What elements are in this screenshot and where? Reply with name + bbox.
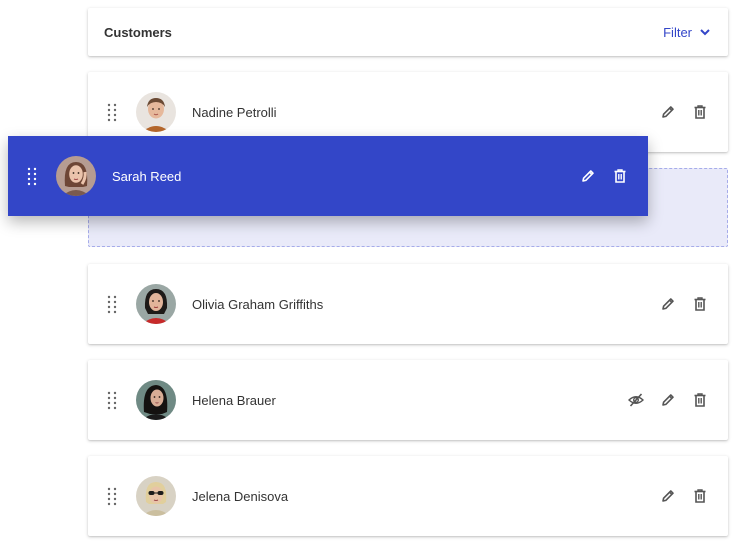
trash-icon [692,296,708,312]
edit-button[interactable] [652,384,684,416]
customer-name: Nadine Petrolli [192,104,277,120]
trash-icon [612,168,628,184]
delete-button[interactable] [604,160,636,192]
filter-button[interactable]: Filter [663,25,712,40]
delete-button[interactable] [684,480,716,512]
trash-icon [692,488,708,504]
chevron-down-icon [698,25,712,39]
drag-handle-icon[interactable] [104,102,120,122]
drag-handle-icon[interactable] [104,390,120,410]
edit-button[interactable] [652,288,684,320]
eye-off-icon [628,392,644,408]
drag-handle-icon[interactable] [104,486,120,506]
dragged-customer-row[interactable]: Sarah Reed [8,136,648,216]
customers-header: Customers Filter [88,8,728,56]
pencil-icon [660,392,676,408]
trash-icon [692,392,708,408]
drag-handle-icon[interactable] [104,294,120,314]
visibility-toggle-button[interactable] [620,384,652,416]
trash-icon [692,104,708,120]
edit-button[interactable] [572,160,604,192]
pencil-icon [660,296,676,312]
avatar [136,476,176,516]
page-title: Customers [104,24,172,40]
customer-name: Jelena Denisova [192,488,289,504]
pencil-icon [660,104,676,120]
delete-button[interactable] [684,96,716,128]
customer-name: Olivia Graham Griffiths [192,296,324,312]
customer-row[interactable]: Olivia Graham Griffiths [88,264,728,344]
avatar [56,156,96,196]
edit-button[interactable] [652,96,684,128]
customer-name: Sarah Reed [112,168,182,184]
customer-name: Helena Brauer [192,392,276,408]
avatar [136,284,176,324]
pencil-icon [580,168,596,184]
avatar [136,92,176,132]
pencil-icon [660,488,676,504]
delete-button[interactable] [684,384,716,416]
drag-handle-icon[interactable] [24,166,40,186]
delete-button[interactable] [684,288,716,320]
customer-row[interactable]: Helena Brauer [88,360,728,440]
filter-label: Filter [663,24,692,40]
edit-button[interactable] [652,480,684,512]
customer-row[interactable]: Jelena Denisova [88,456,728,536]
avatar [136,380,176,420]
